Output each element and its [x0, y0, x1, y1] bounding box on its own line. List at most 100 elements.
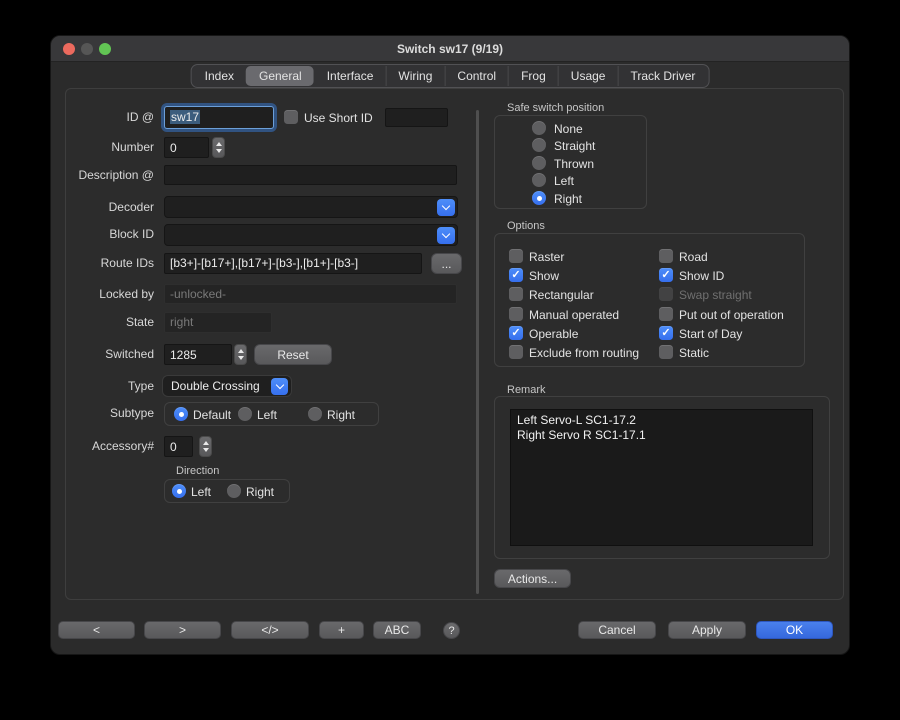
safe-none-label: None	[554, 121, 583, 137]
remark-textarea[interactable]: Left Servo-L SC1-17.2 Right Servo R SC1-…	[510, 409, 813, 546]
show-checkbox[interactable]: ✓	[509, 268, 523, 282]
raster-checkbox[interactable]: ✓	[509, 249, 523, 263]
description-input[interactable]	[164, 165, 457, 185]
decoder-dropdown-button[interactable]	[437, 199, 455, 216]
short-id-input[interactable]	[385, 108, 448, 127]
chevron-down-icon	[442, 202, 450, 210]
tab-wiring[interactable]: Wiring	[385, 66, 444, 86]
type-label: Type	[66, 375, 154, 397]
safe-radio-straight[interactable]	[532, 138, 546, 152]
tab-usage[interactable]: Usage	[558, 66, 618, 86]
decoder-label: Decoder	[66, 196, 154, 218]
exclude-from-routing-checkbox[interactable]: ✓	[509, 345, 523, 359]
switched-stepper[interactable]	[234, 344, 247, 365]
static-label: Static	[679, 345, 709, 361]
ok-button[interactable]: OK	[756, 621, 833, 639]
options-title: Options	[507, 220, 545, 232]
tab-track-driver[interactable]: Track Driver	[617, 66, 707, 86]
start-of-day-label: Start of Day	[679, 326, 742, 342]
prev-button[interactable]: <	[58, 621, 135, 639]
operable-label: Operable	[529, 326, 578, 342]
type-value: Double Crossing	[171, 379, 260, 393]
put-out-of-operation-label: Put out of operation	[679, 307, 784, 323]
subtype-radio-right[interactable]	[308, 407, 322, 421]
xml-button[interactable]: </>	[231, 621, 309, 639]
direction-right-label: Right	[246, 484, 274, 500]
type-popup[interactable]: Double Crossing	[162, 375, 292, 397]
route-ids-label: Route IDs	[66, 252, 154, 274]
actions-button[interactable]: Actions...	[494, 569, 571, 588]
general-tab-panel: ID @ Number Description @ Decoder Block …	[65, 88, 844, 600]
id-label: ID @	[66, 106, 154, 128]
road-checkbox[interactable]: ✓	[659, 249, 673, 263]
abc-button[interactable]: ABC	[373, 621, 421, 639]
minimize-icon[interactable]	[81, 43, 93, 55]
static-checkbox[interactable]: ✓	[659, 345, 673, 359]
number-input[interactable]: 0	[164, 137, 209, 158]
tab-general[interactable]: General	[246, 66, 314, 86]
safe-right-label: Right	[554, 191, 582, 207]
raster-label: Raster	[529, 249, 564, 265]
state-label: State	[66, 311, 154, 333]
direction-label: Direction	[176, 465, 219, 477]
chevron-down-icon	[275, 381, 283, 389]
put-out-of-operation-checkbox[interactable]: ✓	[659, 307, 673, 321]
id-input-value: sw17	[170, 110, 200, 124]
safe-left-label: Left	[554, 173, 574, 189]
cancel-button[interactable]: Cancel	[578, 621, 656, 639]
use-short-id-checkbox[interactable]: ✓	[284, 110, 298, 124]
direction-radio-right[interactable]	[227, 484, 241, 498]
subtype-left-label: Left	[257, 407, 277, 423]
route-ids-more-button[interactable]: ...	[431, 253, 462, 274]
number-stepper[interactable]	[212, 137, 225, 158]
help-button[interactable]: ?	[443, 622, 460, 639]
id-input[interactable]: sw17	[164, 106, 274, 129]
accessory-stepper[interactable]	[199, 436, 212, 457]
next-button[interactable]: >	[144, 621, 221, 639]
accessory-input[interactable]: 0	[164, 436, 193, 457]
swap-straight-label: Swap straight	[679, 287, 752, 303]
subtype-label: Subtype	[66, 402, 154, 424]
block-id-dropdown-button[interactable]	[437, 227, 455, 244]
start-of-day-checkbox[interactable]: ✓	[659, 326, 673, 340]
safe-radio-left[interactable]	[532, 173, 546, 187]
tab-index[interactable]: Index	[193, 66, 246, 86]
tab-interface[interactable]: Interface	[314, 66, 386, 86]
switched-input[interactable]: 1285	[164, 344, 232, 365]
subtype-default-label: Default	[193, 407, 231, 423]
block-id-label: Block ID	[66, 223, 154, 245]
block-id-combo[interactable]	[164, 224, 458, 246]
safe-straight-label: Straight	[554, 138, 595, 154]
subtype-radio-default[interactable]	[174, 407, 188, 421]
tab-control[interactable]: Control	[444, 66, 508, 86]
swap-straight-checkbox: ✓	[659, 287, 673, 301]
safe-radio-right[interactable]	[532, 191, 546, 205]
safe-radio-none[interactable]	[532, 121, 546, 135]
rectangular-label: Rectangular	[529, 287, 594, 303]
dialog-window: Switch sw17 (9/19) Index General Interfa…	[50, 35, 850, 655]
route-ids-input[interactable]: [b3+]-[b17+],[b17+]-[b3-],[b1+]-[b3-]	[164, 253, 422, 274]
safe-switch-title: Safe switch position	[507, 102, 604, 114]
zoom-icon[interactable]	[99, 43, 111, 55]
safe-thrown-label: Thrown	[554, 156, 594, 172]
locked-by-field: -unlocked-	[164, 284, 457, 304]
rectangular-checkbox[interactable]: ✓	[509, 287, 523, 301]
direction-radio-left[interactable]	[172, 484, 186, 498]
manual-operated-checkbox[interactable]: ✓	[509, 307, 523, 321]
show-id-checkbox[interactable]: ✓	[659, 268, 673, 282]
close-icon[interactable]	[63, 43, 75, 55]
operable-checkbox[interactable]: ✓	[509, 326, 523, 340]
safe-radio-thrown[interactable]	[532, 156, 546, 170]
decoder-combo[interactable]	[164, 196, 458, 218]
subtype-radio-left[interactable]	[238, 407, 252, 421]
apply-button[interactable]: Apply	[668, 621, 746, 639]
show-label: Show	[529, 268, 559, 284]
add-button[interactable]: +	[319, 621, 364, 639]
tab-frog[interactable]: Frog	[508, 66, 558, 86]
pane-splitter[interactable]	[476, 110, 479, 594]
state-field: right	[164, 312, 272, 333]
show-id-label: Show ID	[679, 268, 724, 284]
reset-button[interactable]: Reset	[254, 344, 332, 365]
type-dropdown-button[interactable]	[271, 378, 288, 395]
title-bar[interactable]: Switch sw17 (9/19)	[51, 36, 849, 62]
